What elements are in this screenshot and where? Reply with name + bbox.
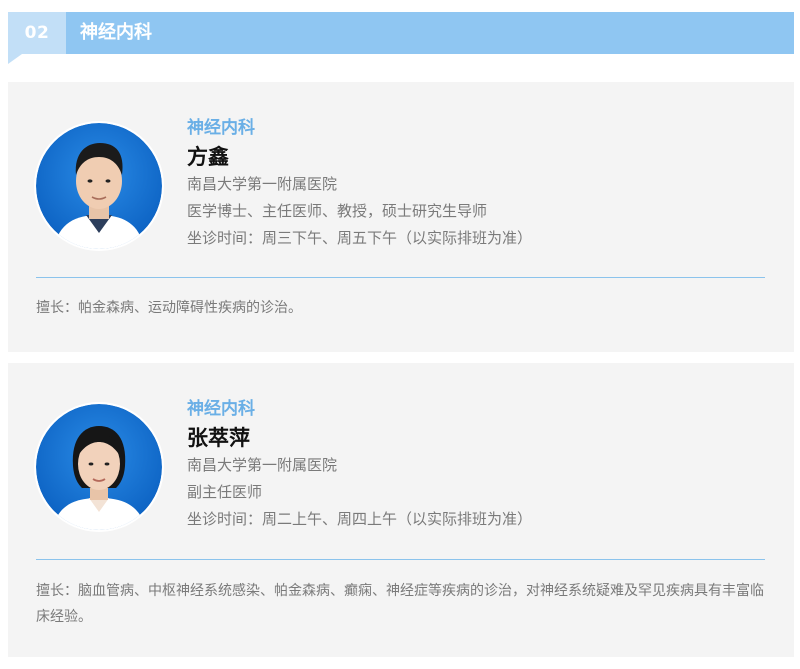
doctor-clinic-time: 坐诊时间：周三下午、周五下午（以实际排班为准） [187, 229, 533, 247]
doctor-card[interactable]: 神经内科 方鑫 南昌大学第一附属医院 医学博士、主任医师、教授，硕士研究生导师 … [8, 82, 794, 352]
doctor-specialty: 擅长：脑血管病、中枢神经系统感染、帕金森病、癫痫、神经症等疾病的诊治，对神经系统… [36, 583, 764, 625]
doctor-info: 神经内科 张萃萍 南昌大学第一附属医院 副主任医师 坐诊时间：周二上午、周四上午… [187, 398, 532, 533]
doctor-department: 神经内科 [187, 118, 255, 138]
doctor-name[interactable]: 张萃萍 [187, 424, 532, 452]
doctor-avatar [36, 123, 162, 249]
doctor-portrait-female-icon [36, 404, 162, 530]
doctor-portrait-male-icon [36, 123, 162, 249]
doctor-hospital: 南昌大学第一附属医院 [187, 456, 338, 474]
section-number: 02 [8, 12, 66, 54]
doctor-specialty: 擅长：帕金森病、运动障碍性疾病的诊治。 [36, 300, 302, 316]
card-divider [36, 277, 765, 278]
doctor-avatar [36, 404, 162, 530]
doctor-info: 神经内科 方鑫 南昌大学第一附属医院 医学博士、主任医师、教授，硕士研究生导师 … [187, 117, 532, 252]
doctor-clinic-time: 坐诊时间：周二上午、周四上午（以实际排班为准） [187, 510, 533, 528]
card-divider [36, 559, 765, 560]
doctor-hospital: 南昌大学第一附属医院 [187, 175, 338, 193]
doctor-titles: 副主任医师 [187, 483, 263, 501]
section-title: 神经内科 [80, 22, 152, 43]
section-number-tail [8, 54, 22, 64]
doctor-card[interactable]: 神经内科 张萃萍 南昌大学第一附属医院 副主任医师 坐诊时间：周二上午、周四上午… [8, 363, 794, 657]
doctor-department: 神经内科 [187, 399, 255, 419]
section-header: 02 神经内科 [8, 12, 794, 54]
doctor-name[interactable]: 方鑫 [187, 143, 532, 171]
doctor-titles: 医学博士、主任医师、教授，硕士研究生导师 [187, 202, 488, 220]
